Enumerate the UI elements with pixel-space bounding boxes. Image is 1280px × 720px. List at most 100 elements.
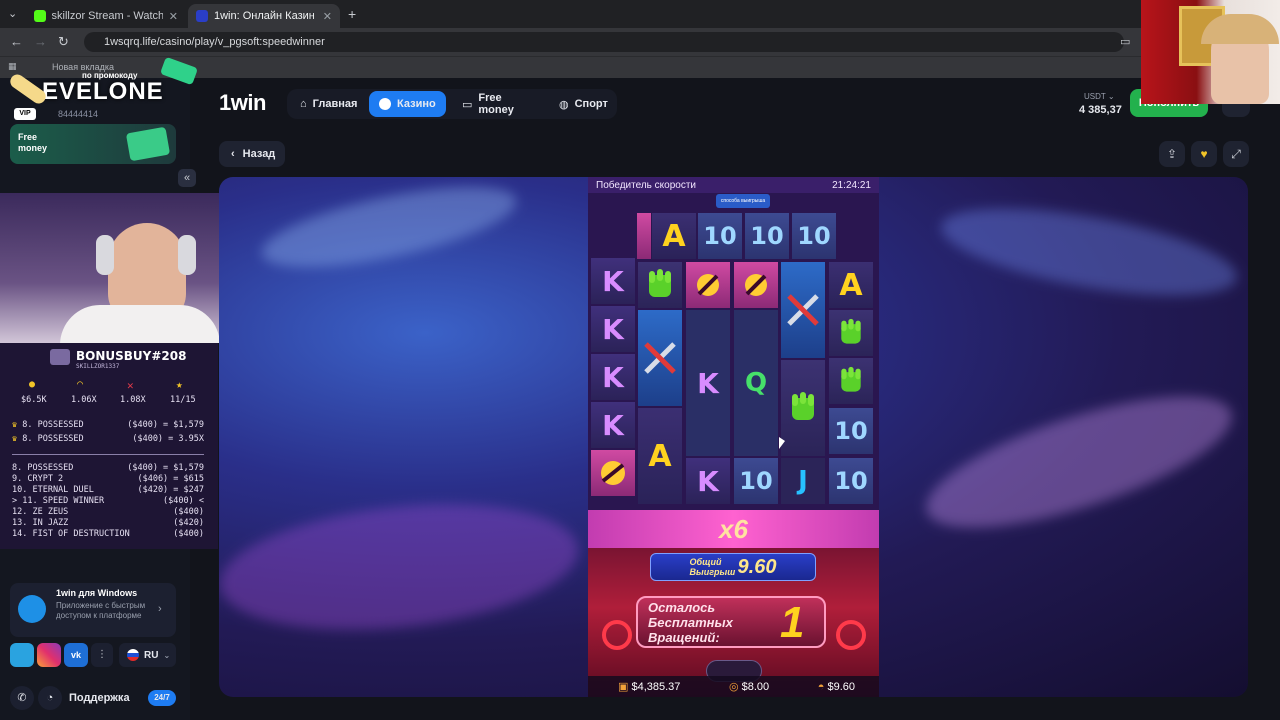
chevron-down-icon: ⌄ bbox=[163, 650, 171, 660]
overlay-title: BONUSBUY#208 bbox=[76, 349, 187, 363]
total-win-value: 9.60 bbox=[737, 555, 777, 578]
symbol-10: 10 bbox=[829, 458, 873, 504]
support-link[interactable]: Поддержка bbox=[69, 692, 130, 704]
light-streak bbox=[935, 191, 1243, 313]
collapse-sidebar-icon[interactable]: « bbox=[178, 169, 196, 187]
user-id: 84444414 bbox=[58, 109, 99, 119]
symbol-K: K bbox=[591, 258, 635, 304]
win-multiplier: x6 bbox=[588, 510, 879, 548]
nav-label: Казино bbox=[397, 98, 436, 110]
currency-select[interactable]: USDT ⌄ bbox=[1084, 92, 1115, 101]
language-select[interactable]: RU ⌄ bbox=[119, 643, 176, 667]
symbol-fire bbox=[686, 262, 730, 308]
flag-ru-icon bbox=[127, 649, 139, 661]
bet-amount[interactable]: ◎ $8.00 bbox=[729, 680, 769, 693]
last-win: ◓ $9.60 bbox=[817, 680, 855, 693]
url-text: 1wsqrq.life/casino/play/v_pgsoft:speedwi… bbox=[104, 36, 325, 48]
close-tab-icon[interactable]: ✕ bbox=[169, 10, 178, 23]
streamer-shirt bbox=[60, 305, 220, 343]
stat-req: 1.08X bbox=[120, 395, 146, 405]
tab-list-chevron-icon[interactable]: ⌄ bbox=[8, 7, 17, 20]
promo-code: EVELONE bbox=[42, 78, 164, 105]
share-icon[interactable]: ⇪ bbox=[1159, 141, 1185, 167]
back-button[interactable]: ‹ Назад bbox=[219, 141, 285, 167]
nav-label: Спорт bbox=[574, 98, 608, 110]
nav-label: Главная bbox=[312, 98, 358, 110]
light-streak bbox=[219, 488, 585, 646]
free-money-card[interactable]: Free money bbox=[10, 124, 176, 164]
language-value: RU bbox=[144, 649, 159, 661]
cast-icon[interactable]: ▭ bbox=[1120, 35, 1130, 48]
tab-title: 1win: Онлайн Казино и Сп bbox=[214, 10, 314, 22]
left-headlight bbox=[602, 620, 632, 650]
cash-icon: ▭ bbox=[462, 98, 473, 111]
symbol-fire-car bbox=[591, 450, 635, 496]
symbol-fire bbox=[734, 262, 778, 308]
gauge-icon: ◠ bbox=[77, 379, 84, 390]
overlay-subtitle: SKILLZOR1337 bbox=[76, 363, 120, 370]
stat-total: $6.5K bbox=[21, 395, 47, 405]
nav-free-money[interactable]: ▭ Free money bbox=[452, 91, 542, 117]
chat-icon[interactable]: ◔ bbox=[38, 686, 62, 710]
address-bar[interactable]: 1wsqrq.life/casino/play/v_pgsoft:speedwi… bbox=[84, 32, 1124, 52]
new-tab-icon[interactable]: + bbox=[348, 6, 356, 22]
nav-sport[interactable]: ◍ Спорт bbox=[549, 91, 615, 117]
game-title: Победитель скорости bbox=[596, 179, 696, 191]
list-item: 8. POSSESSED ($400) = $1,579 bbox=[12, 463, 204, 473]
star-icon: ★ bbox=[176, 378, 183, 391]
nav-home[interactable]: ⌂ Главная bbox=[290, 91, 364, 117]
game-footer: ▣ $4,385.37 ◎ $8.00 ◓ $9.60 bbox=[588, 676, 879, 697]
back-arrow-icon[interactable]: ← bbox=[10, 34, 23, 49]
tab-casino[interactable]: 1win: Онлайн Казино и Сп ✕ bbox=[188, 4, 340, 28]
guest-hair bbox=[1201, 14, 1279, 44]
free-money-label: Free money bbox=[18, 132, 48, 153]
nav-casino[interactable]: Казино bbox=[369, 91, 446, 117]
symbol-glove bbox=[638, 262, 682, 308]
home-icon: ⌂ bbox=[300, 98, 307, 110]
symbol-glove bbox=[781, 360, 825, 456]
list-item: 9. CRYPT 2 ($406) = $615 bbox=[12, 474, 204, 484]
symbol-10: 10 bbox=[792, 213, 836, 259]
telegram-icon[interactable] bbox=[10, 643, 34, 667]
nav-label: Free money bbox=[478, 92, 514, 116]
fullscreen-icon[interactable]: ⤢ bbox=[1223, 141, 1249, 167]
reload-icon[interactable]: ↻ bbox=[58, 34, 69, 50]
favorite-heart-icon[interactable]: ♥ bbox=[1191, 141, 1217, 167]
game-clock: 21:24:21 bbox=[832, 179, 871, 191]
1win-favicon-icon bbox=[196, 10, 208, 22]
symbol-K: K bbox=[591, 306, 635, 352]
symbol-A: A bbox=[638, 408, 682, 504]
headphone-left bbox=[96, 235, 114, 275]
vk-icon[interactable]: vk bbox=[64, 643, 88, 667]
phone-icon[interactable]: ✆ bbox=[10, 686, 34, 710]
total-win-label: Общий Выигрыш bbox=[689, 557, 736, 577]
windows-app-card[interactable]: 1win для Windows Приложение с быстрым до… bbox=[10, 583, 176, 637]
light-streak bbox=[255, 177, 523, 284]
stat-avg: 1.06X bbox=[71, 395, 97, 405]
close-tab-icon[interactable]: ✕ bbox=[323, 10, 332, 23]
tab-stream[interactable]: skillzor Stream - Watch Live on ✕ bbox=[26, 4, 186, 28]
symbol-glove bbox=[829, 310, 873, 356]
symbol-K: K bbox=[686, 458, 730, 504]
free-spins-label: Осталось Бесплатных Вращений: bbox=[648, 599, 733, 645]
support-badge: 24/7 bbox=[148, 690, 176, 706]
trophy-icon: ◓ bbox=[817, 680, 825, 693]
stat-progress: 11/15 bbox=[170, 395, 196, 405]
more-icon[interactable]: ⋮ bbox=[91, 643, 113, 667]
forward-arrow-icon[interactable]: → bbox=[34, 34, 47, 49]
right-headlight bbox=[836, 620, 866, 650]
instagram-icon[interactable] bbox=[37, 643, 61, 667]
free-spins-panel: Осталось Бесплатных Вращений: 1 bbox=[636, 596, 826, 648]
app-description: Приложение с быстрым доступом к платформ… bbox=[56, 601, 146, 620]
casino-chip-icon bbox=[379, 98, 391, 110]
coin-icon: ● bbox=[29, 379, 36, 390]
promo-banner[interactable]: по промокоду EVELONE bbox=[7, 56, 199, 118]
symbol-A: A bbox=[652, 213, 696, 259]
site-logo[interactable]: 1win bbox=[219, 90, 266, 116]
free-spins-value: 1 bbox=[780, 597, 805, 647]
game-header: Победитель скорости 21:24:21 bbox=[588, 177, 879, 193]
symbol-10: 10 bbox=[745, 213, 789, 259]
symbol-wrench bbox=[781, 262, 825, 358]
list-item: 13. IN JAZZ ($420) bbox=[12, 518, 204, 528]
tab-title: skillzor Stream - Watch Live on bbox=[51, 10, 163, 22]
